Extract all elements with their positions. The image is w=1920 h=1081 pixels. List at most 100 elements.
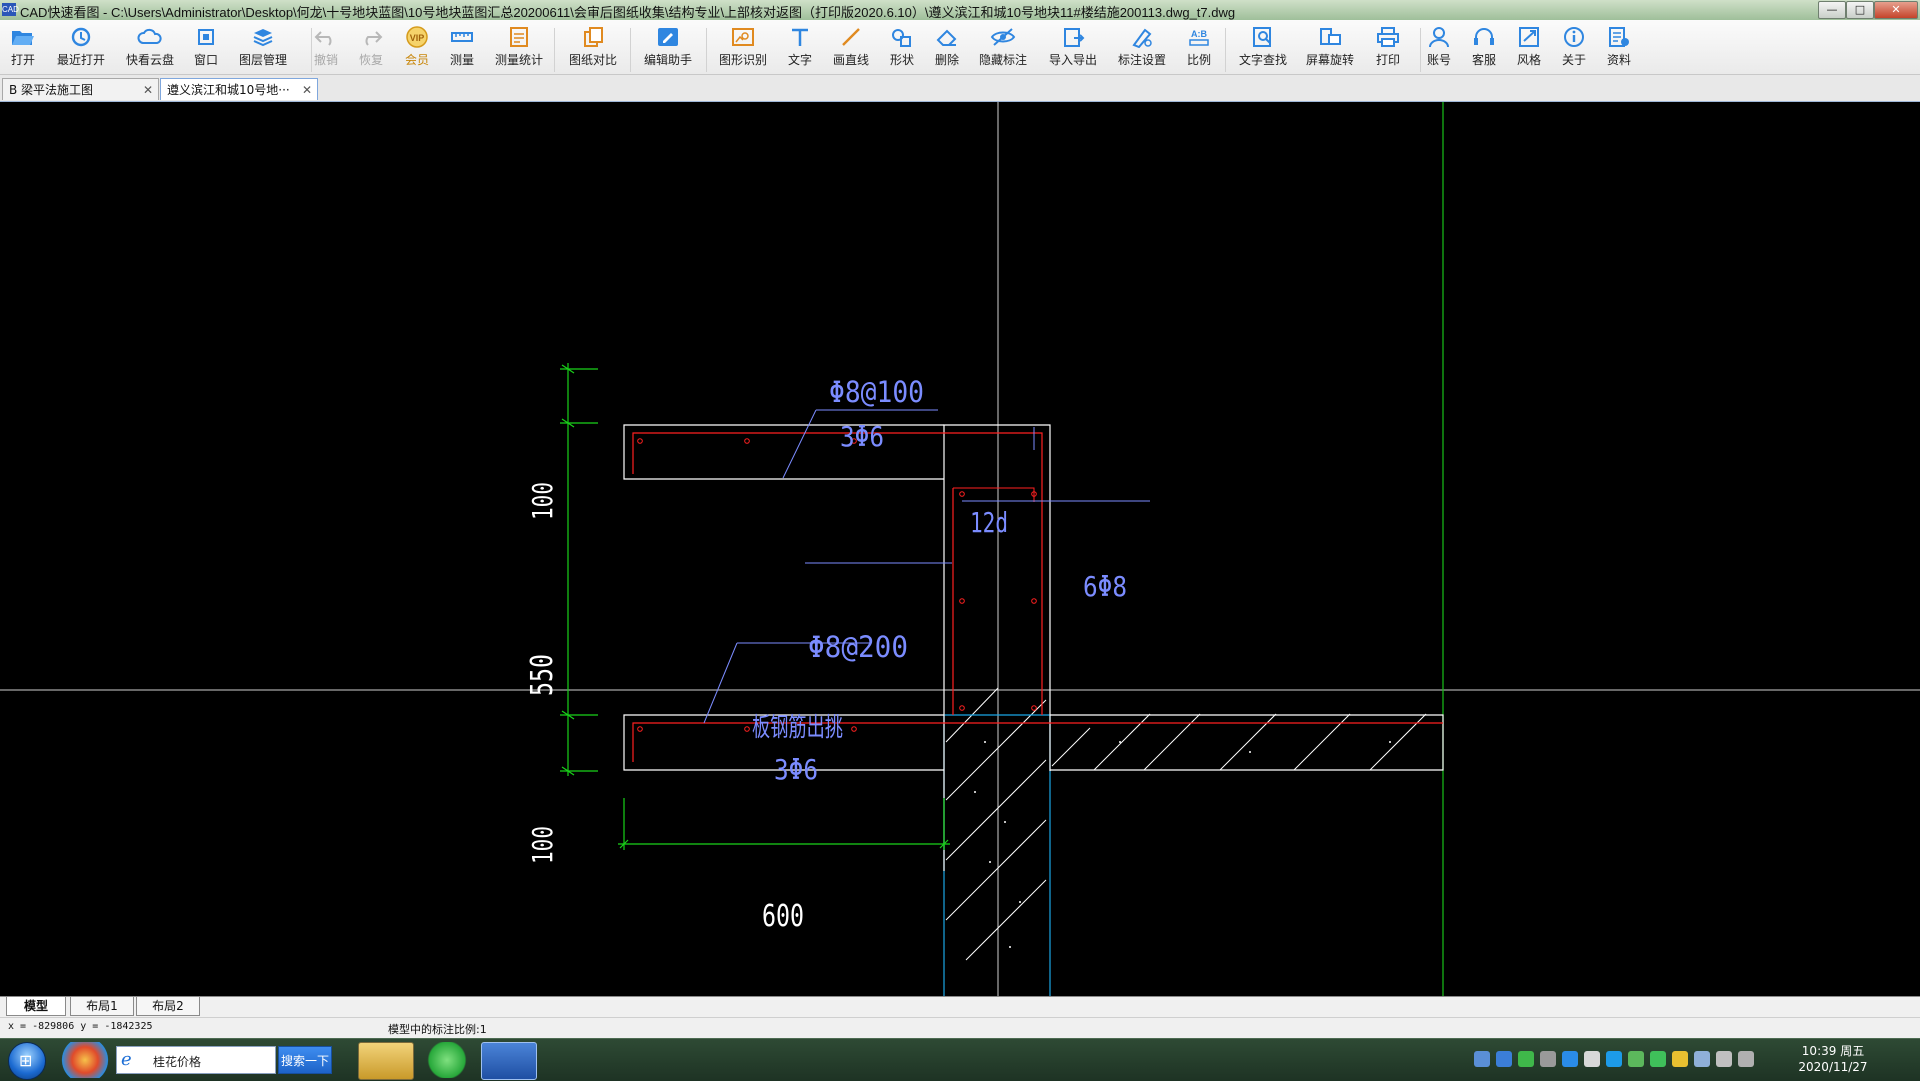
- scale-icon: A:B: [1189, 29, 1209, 46]
- dimension-550: 550: [525, 654, 560, 696]
- taskbar-cad-icon[interactable]: [481, 1042, 537, 1080]
- toolbar-window-button[interactable]: 窗口: [177, 26, 235, 68]
- tab-model[interactable]: 模型: [6, 997, 66, 1016]
- eraser-icon: [936, 29, 957, 46]
- rebar-label-3phi6-bottom: 3Φ6: [774, 753, 818, 786]
- hide-annotation-icon: [990, 28, 1016, 46]
- folder-open-icon: [12, 31, 34, 45]
- tab-zunyi-drawing[interactable]: 遵义滨江和城10号地··· ✕: [160, 78, 318, 100]
- style-icon: [1519, 27, 1539, 47]
- tab-beam-drawing[interactable]: B 梁平法施工图 ✕: [2, 78, 159, 100]
- toolbar-measure-button[interactable]: 测量: [433, 26, 491, 68]
- rebar-dots: [637, 438, 1037, 732]
- toolbar-hide-annotation-button[interactable]: 隐藏标注: [974, 26, 1032, 68]
- shape-icon: [892, 29, 911, 47]
- dimension-lines: [560, 363, 950, 850]
- search-button[interactable]: 搜索一下: [278, 1046, 332, 1074]
- tray-app-icon[interactable]: [1496, 1051, 1512, 1067]
- search-input[interactable]: e 桂花价格: [116, 1046, 276, 1074]
- toolbar-recent-button[interactable]: 最近打开: [52, 26, 110, 68]
- toolbar-shape-recognize-button[interactable]: 图形识别: [714, 26, 772, 68]
- toolbar-measure-stats-button[interactable]: 测量统计: [490, 26, 548, 68]
- tray-cloud-icon[interactable]: [1606, 1051, 1622, 1067]
- clock-date: 2020/11/27: [1798, 1060, 1868, 1074]
- toolbar-layers-button[interactable]: 图层管理: [234, 26, 292, 68]
- windows-taskbar: ⊞ e 桂花价格 搜索一下 10:39 周五 2020/11/27: [0, 1038, 1920, 1081]
- tray-app2-icon[interactable]: [1584, 1051, 1600, 1067]
- toolbar-text-search-button[interactable]: 文字查找: [1234, 26, 1292, 68]
- rebar-label-3phi6-top: 3Φ6: [840, 420, 884, 453]
- minimize-button[interactable]: —: [1818, 1, 1846, 19]
- tray-keyboard-icon[interactable]: [1474, 1051, 1490, 1067]
- toolbar-open-button[interactable]: 打开: [0, 26, 52, 68]
- anchor-label-12d: 12d: [970, 506, 1008, 539]
- top-rebar: [632, 432, 1043, 715]
- taskbar-explorer-icon[interactable]: [358, 1042, 414, 1080]
- annotation-leaders: [703, 409, 1150, 724]
- history-icon: [71, 27, 91, 47]
- rotate-screen-icon: [1320, 28, 1341, 45]
- tray-network-icon[interactable]: [1694, 1051, 1710, 1067]
- tray-notification-icon[interactable]: [1540, 1051, 1556, 1067]
- maximize-button[interactable]: □: [1846, 1, 1874, 19]
- show-desktop-button[interactable]: [1886, 1045, 1906, 1075]
- annotation-settings-icon: [1132, 28, 1152, 48]
- concrete-stipple: [974, 741, 1391, 948]
- cad-drawing: Φ8@100 3Φ6 12d 6Φ8 Φ8@200 板钢筋出挑 3Φ6 600 …: [0, 102, 1920, 996]
- windows-logo-icon: ⊞: [19, 1051, 33, 1070]
- layers-icon: [253, 29, 273, 47]
- text-icon: [792, 28, 808, 46]
- line-icon: [842, 28, 860, 46]
- shape-recognize-icon: [732, 28, 754, 46]
- toolbar-rotate-button[interactable]: 屏幕旋转: [1301, 26, 1359, 68]
- tab-layout2[interactable]: 布局2: [136, 997, 200, 1016]
- window-icon: [198, 29, 214, 45]
- toolbar-cloud-button[interactable]: 快看云盘: [121, 26, 179, 68]
- taskbar-browser-icon[interactable]: [420, 1042, 474, 1078]
- measure-stats-icon: [510, 27, 528, 47]
- rebar-label-phi8-100: Φ8@100: [829, 375, 924, 409]
- toolbar-print-button[interactable]: 打印: [1359, 26, 1417, 68]
- toolbar-edit-assistant-button[interactable]: 编辑助手: [639, 26, 697, 68]
- toolbar-text-button[interactable]: 文字: [771, 26, 829, 68]
- app-icon: CAD: [2, 3, 19, 16]
- toolbar-line-button[interactable]: 画直线: [822, 26, 880, 68]
- tray-volume-icon[interactable]: [1716, 1051, 1732, 1067]
- tab-close-icon[interactable]: ✕: [302, 79, 312, 101]
- text-search-icon: [1253, 27, 1271, 47]
- tray-security-icon[interactable]: [1650, 1051, 1666, 1067]
- tab-close-icon[interactable]: ✕: [143, 79, 153, 101]
- toolbar-documents-button[interactable]: 资料: [1590, 26, 1648, 68]
- toolbar-scale-button[interactable]: A:B 比例: [1170, 26, 1228, 68]
- annotation-scale: 模型中的标注比例:1: [388, 1023, 487, 1036]
- ruler-icon: [451, 32, 473, 42]
- clock-time: 10:39 周五: [1801, 1044, 1865, 1058]
- toolbar-import-export-button[interactable]: 导入导出: [1044, 26, 1102, 68]
- drawing-canvas[interactable]: Φ8@100 3Φ6 12d 6Φ8 Φ8@200 板钢筋出挑 3Φ6 600 …: [0, 102, 1920, 996]
- tray-display-icon[interactable]: [1738, 1051, 1754, 1067]
- close-button[interactable]: ✕: [1874, 1, 1918, 19]
- taskbar-app-360-icon[interactable]: [58, 1042, 112, 1078]
- taskbar-clock[interactable]: 10:39 周五 2020/11/27: [1788, 1043, 1878, 1075]
- toolbar-compare-button[interactable]: 图纸对比: [564, 26, 622, 68]
- tray-app3-icon[interactable]: [1672, 1051, 1688, 1067]
- tray-nvidia-icon[interactable]: [1628, 1051, 1644, 1067]
- status-bar: x = -829806 y = -1842325 模型中的标注比例:1: [0, 1017, 1920, 1038]
- tray-wechat-icon[interactable]: [1518, 1051, 1534, 1067]
- dimension-600: 600: [762, 899, 804, 934]
- rebar-label-6phi8: 6Φ8: [1083, 570, 1127, 603]
- tab-layout1[interactable]: 布局1: [70, 997, 134, 1016]
- headset-icon: [1474, 28, 1494, 45]
- info-icon: [1564, 27, 1584, 47]
- toolbar-delete-button[interactable]: 删除: [918, 26, 976, 68]
- document-tab-bar: B 梁平法施工图 ✕ 遵义滨江和城10号地··· ✕: [0, 75, 1920, 102]
- start-button[interactable]: ⊞: [8, 1042, 46, 1080]
- svg-text:VIP: VIP: [410, 33, 425, 43]
- redo-icon: [365, 31, 383, 46]
- concrete-hatch: [945, 687, 1427, 961]
- toolbar-annotation-settings-button[interactable]: 标注设置: [1113, 26, 1171, 68]
- import-export-icon: [1064, 28, 1085, 47]
- layout-tab-bar: 模型 布局1 布局2: [0, 996, 1920, 1017]
- tray-sync-icon[interactable]: [1562, 1051, 1578, 1067]
- svg-text:A:B: A:B: [1191, 29, 1207, 39]
